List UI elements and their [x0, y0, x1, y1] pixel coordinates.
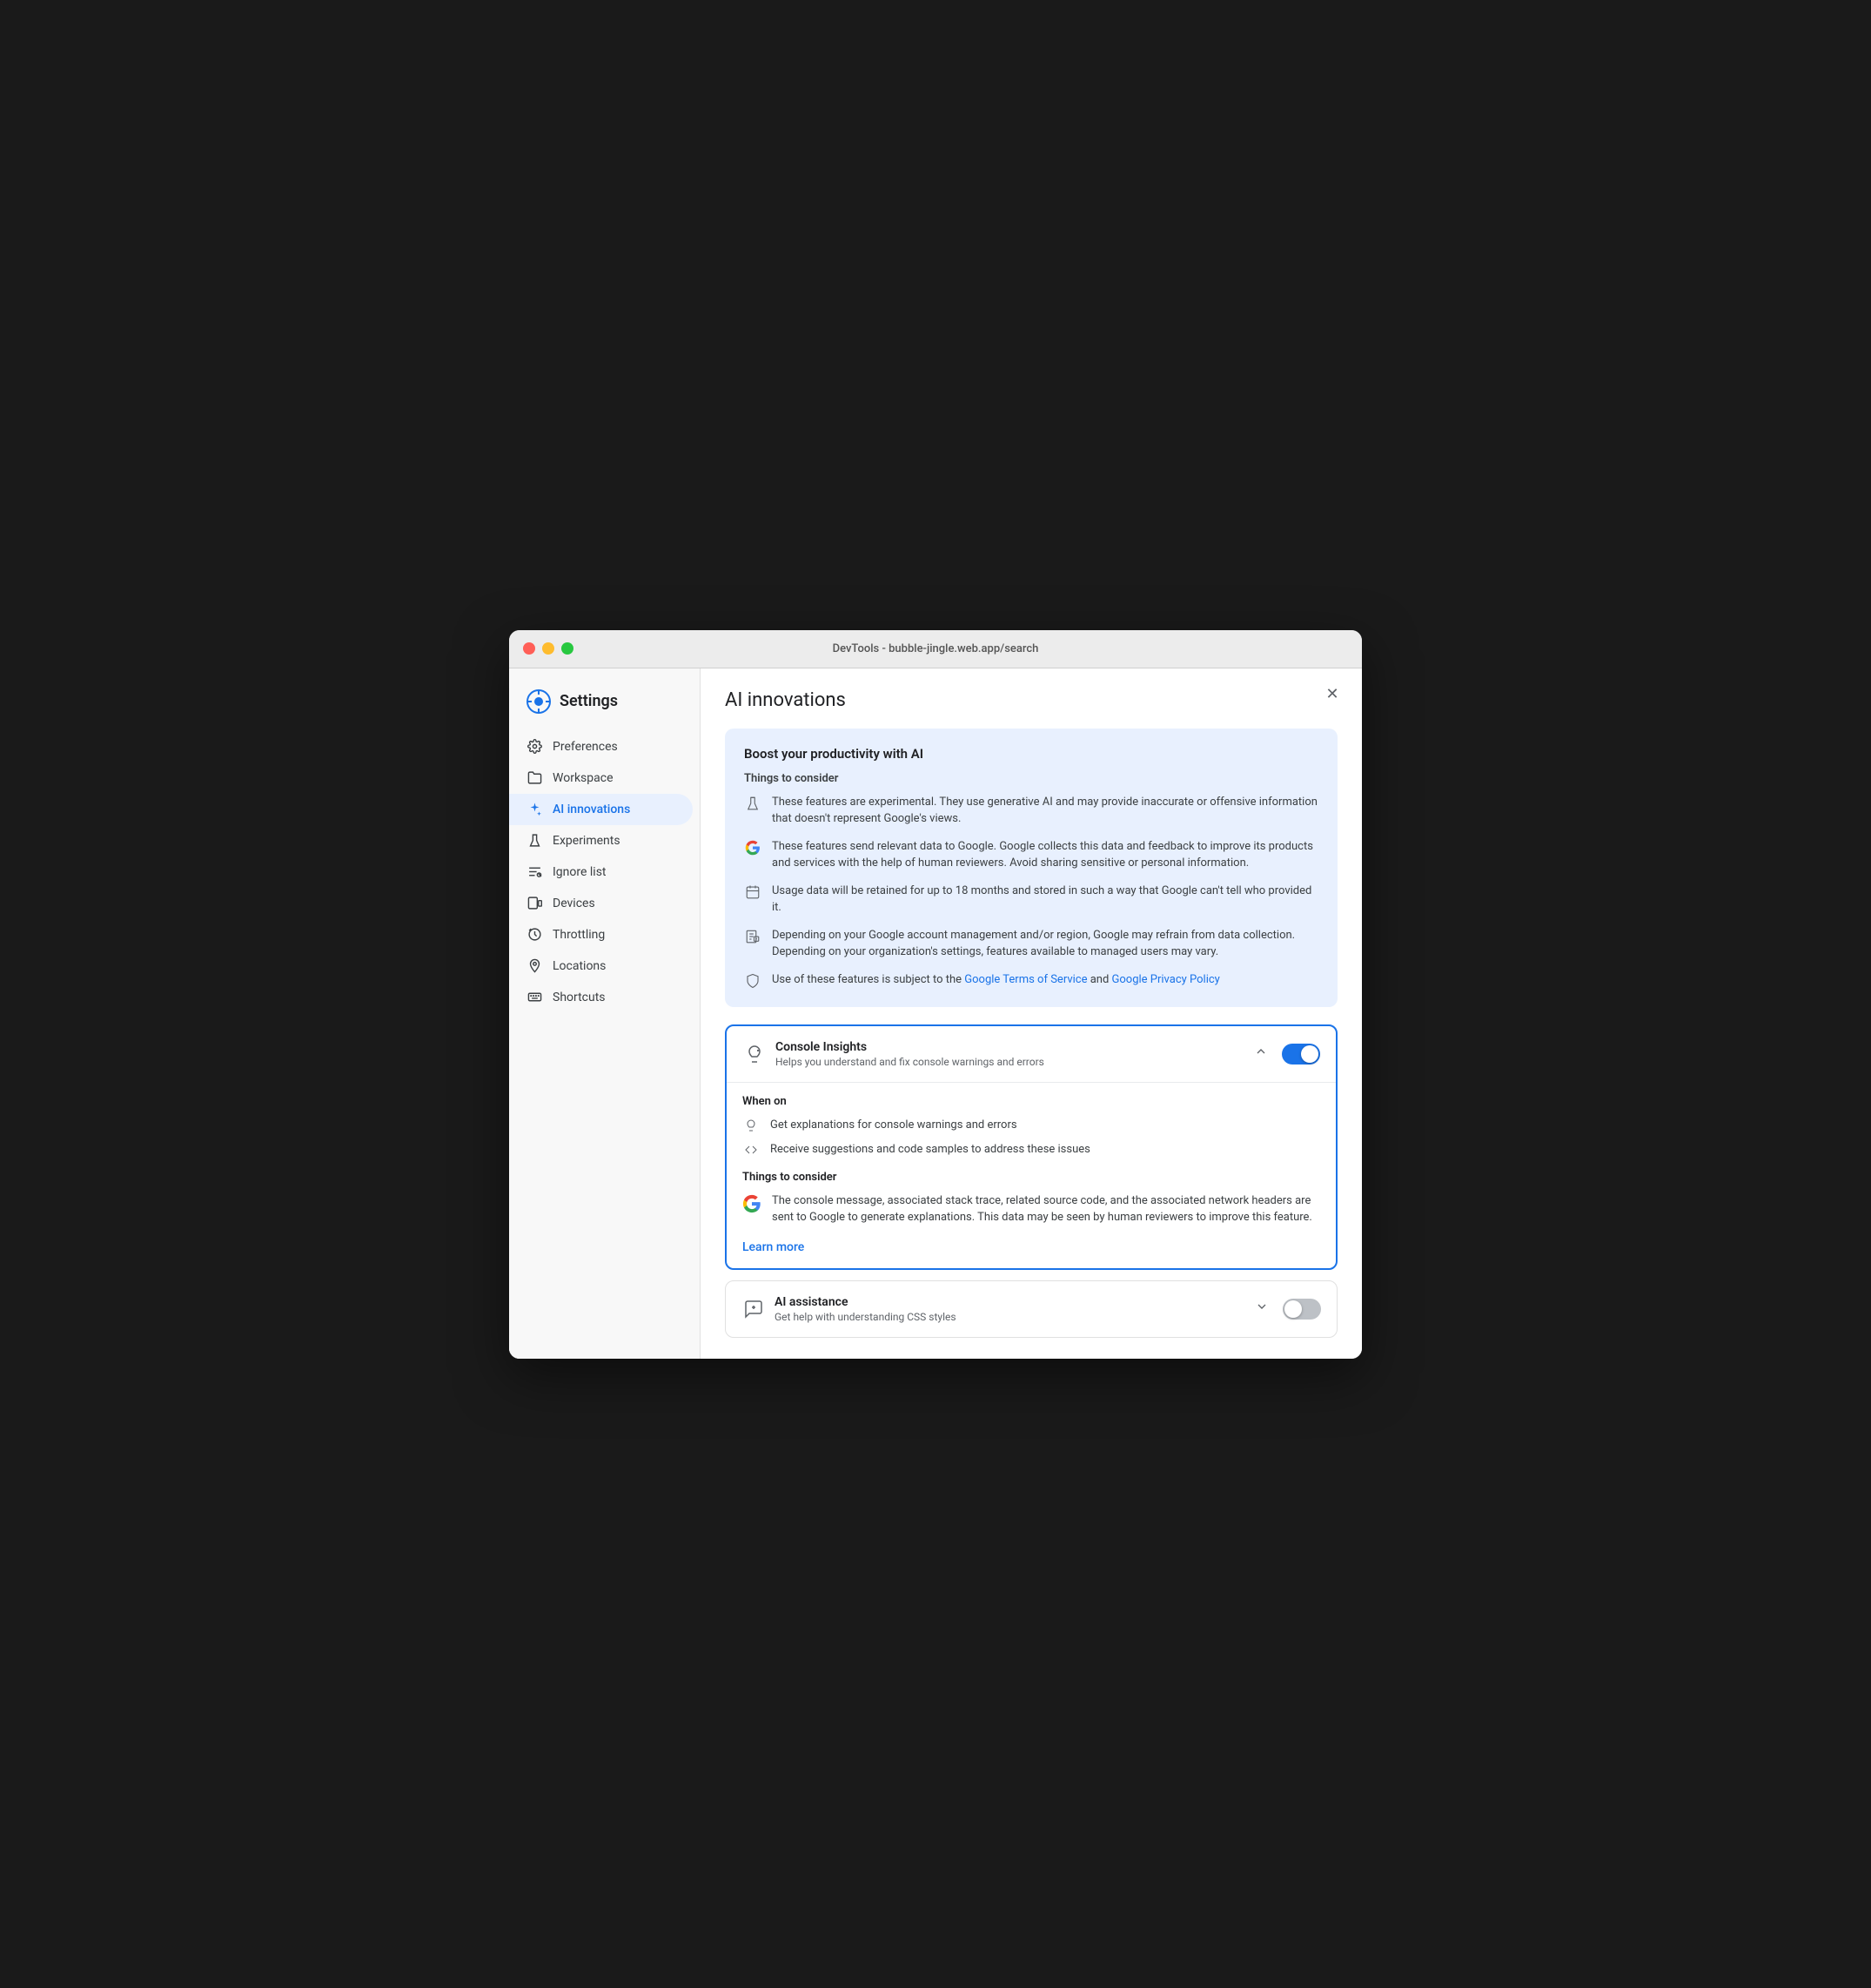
console-insights-card: Console Insights Helps you understand an…: [725, 1024, 1338, 1270]
when-on-item-1: Get explanations for console warnings an…: [742, 1117, 1320, 1134]
console-insights-collapse-button[interactable]: [1251, 1041, 1271, 1066]
google-logo-icon: [742, 1194, 761, 1219]
google-g-icon: [744, 839, 761, 856]
ai-assistance-expand-button[interactable]: [1251, 1296, 1272, 1321]
info-text-4: Depending on your Google account managem…: [772, 927, 1318, 961]
info-item-5: Use of these features is subject to the …: [744, 971, 1318, 990]
ai-assistance-controls: [1251, 1296, 1321, 1321]
privacy-link[interactable]: Google Privacy Policy: [1112, 973, 1220, 986]
info-text-1: These features are experimental. They us…: [772, 794, 1318, 828]
folder-icon: [526, 770, 542, 786]
info-text-5: Use of these features is subject to the …: [772, 971, 1220, 989]
info-item-4: Depending on your Google account managem…: [744, 927, 1318, 961]
sidebar-label-locations: Locations: [553, 959, 606, 973]
gear-icon: [526, 739, 542, 755]
sidebar-item-preferences[interactable]: Preferences: [509, 731, 693, 762]
console-insights-expanded: When on Get explanations for console war…: [727, 1082, 1336, 1268]
close-traffic-light[interactable]: [523, 642, 535, 655]
lightbulb-plus-icon: [742, 1042, 767, 1066]
sidebar-item-ai-innovations[interactable]: AI innovations: [509, 794, 693, 825]
sidebar-item-ignore-list[interactable]: Ignore list: [509, 856, 693, 888]
info-item-2: These features send relevant data to Goo…: [744, 838, 1318, 872]
ai-assistance-card: AI assistance Get help with understandin…: [725, 1280, 1338, 1338]
location-icon: [526, 958, 542, 974]
sidebar-label-shortcuts: Shortcuts: [553, 991, 606, 1004]
console-insights-header: Console Insights Helps you understand an…: [727, 1026, 1336, 1082]
ai-assistance-info: AI assistance Get help with understandin…: [775, 1295, 1251, 1323]
when-on-item-2: Receive suggestions and code samples to …: [742, 1141, 1320, 1159]
console-insights-controls: [1251, 1041, 1320, 1066]
sidebar-label-workspace: Workspace: [553, 771, 614, 785]
flask-icon: [526, 833, 542, 849]
when-on-text-2: Receive suggestions and code samples to …: [770, 1143, 1090, 1156]
things-text-1: The console message, associated stack tr…: [772, 1192, 1320, 1226]
things-item-1: The console message, associated stack tr…: [742, 1192, 1320, 1226]
sidebar-item-experiments[interactable]: Experiments: [509, 825, 693, 856]
minimize-traffic-light[interactable]: [542, 642, 554, 655]
info-text-3: Usage data will be retained for up to 18…: [772, 883, 1318, 917]
when-on-text-1: Get explanations for console warnings an…: [770, 1118, 1017, 1132]
when-on-title: When on: [742, 1095, 1320, 1108]
page-title: AI innovations: [725, 689, 1338, 711]
throttling-icon: [526, 927, 542, 943]
console-insights-name: Console Insights: [775, 1040, 1251, 1054]
sidebar: Settings Preferences: [509, 668, 701, 1359]
titlebar: DevTools - bubble-jingle.web.app/search: [509, 630, 1362, 668]
traffic-lights: [523, 642, 573, 655]
sparkle-icon: [526, 802, 542, 817]
info-box-title: Boost your productivity with AI: [744, 746, 1318, 762]
ai-info-box: Boost your productivity with AI Things t…: [725, 729, 1338, 1007]
devices-icon: [526, 896, 542, 911]
things-to-consider-title: Things to consider: [742, 1171, 1320, 1184]
sidebar-label-throttling: Throttling: [553, 928, 605, 942]
sidebar-label-ignore-list: Ignore list: [553, 865, 607, 879]
learn-more-link[interactable]: Learn more: [742, 1240, 804, 1254]
main-panel: ✕ AI innovations Boost your productivity…: [701, 668, 1362, 1359]
console-insights-info: Console Insights Helps you understand an…: [775, 1040, 1251, 1068]
ai-assistance-header: AI assistance Get help with understandin…: [726, 1281, 1337, 1337]
policy-icon: [744, 928, 761, 945]
experiment-icon: [744, 795, 761, 812]
info-item-3: Usage data will be retained for up to 18…: [744, 883, 1318, 917]
ai-assistance-icon: [741, 1297, 766, 1321]
ignore-icon: [526, 864, 542, 880]
settings-logo-icon: [526, 689, 551, 714]
sidebar-label-ai-innovations: AI innovations: [553, 803, 630, 816]
code-icon: [742, 1141, 760, 1159]
maximize-traffic-light[interactable]: [561, 642, 573, 655]
sidebar-item-shortcuts[interactable]: Shortcuts: [509, 982, 693, 1013]
sidebar-header: Settings: [509, 682, 700, 731]
ai-assistance-toggle[interactable]: [1283, 1299, 1321, 1320]
sidebar-item-throttling[interactable]: Throttling: [509, 919, 693, 950]
console-insights-desc: Helps you understand and fix console war…: [775, 1056, 1251, 1068]
info-box-subtitle: Things to consider: [744, 772, 1318, 785]
keyboard-icon: [526, 990, 542, 1005]
sidebar-label-devices: Devices: [553, 897, 595, 910]
ai-assistance-name: AI assistance: [775, 1295, 1251, 1309]
sidebar-label-experiments: Experiments: [553, 834, 620, 848]
sidebar-item-workspace[interactable]: Workspace: [509, 762, 693, 794]
shield-icon: [744, 972, 761, 990]
tos-link[interactable]: Google Terms of Service: [964, 973, 1087, 986]
info-item-1: These features are experimental. They us…: [744, 794, 1318, 828]
console-insights-toggle[interactable]: [1282, 1044, 1320, 1065]
sidebar-nav: Preferences Workspace: [509, 731, 700, 1013]
main-content: Settings Preferences: [509, 668, 1362, 1359]
devtools-window: DevTools - bubble-jingle.web.app/search …: [509, 630, 1362, 1359]
sidebar-item-devices[interactable]: Devices: [509, 888, 693, 919]
sidebar-item-locations[interactable]: Locations: [509, 950, 693, 982]
sidebar-label-preferences: Preferences: [553, 740, 618, 754]
info-text-2: These features send relevant data to Goo…: [772, 838, 1318, 872]
close-settings-button[interactable]: ✕: [1320, 682, 1345, 707]
ai-assistance-desc: Get help with understanding CSS styles: [775, 1311, 1251, 1323]
window-title: DevTools - bubble-jingle.web.app/search: [833, 642, 1039, 655]
sidebar-title: Settings: [560, 692, 618, 710]
calendar-icon: [744, 883, 761, 901]
lightbulb-icon: [742, 1117, 760, 1134]
